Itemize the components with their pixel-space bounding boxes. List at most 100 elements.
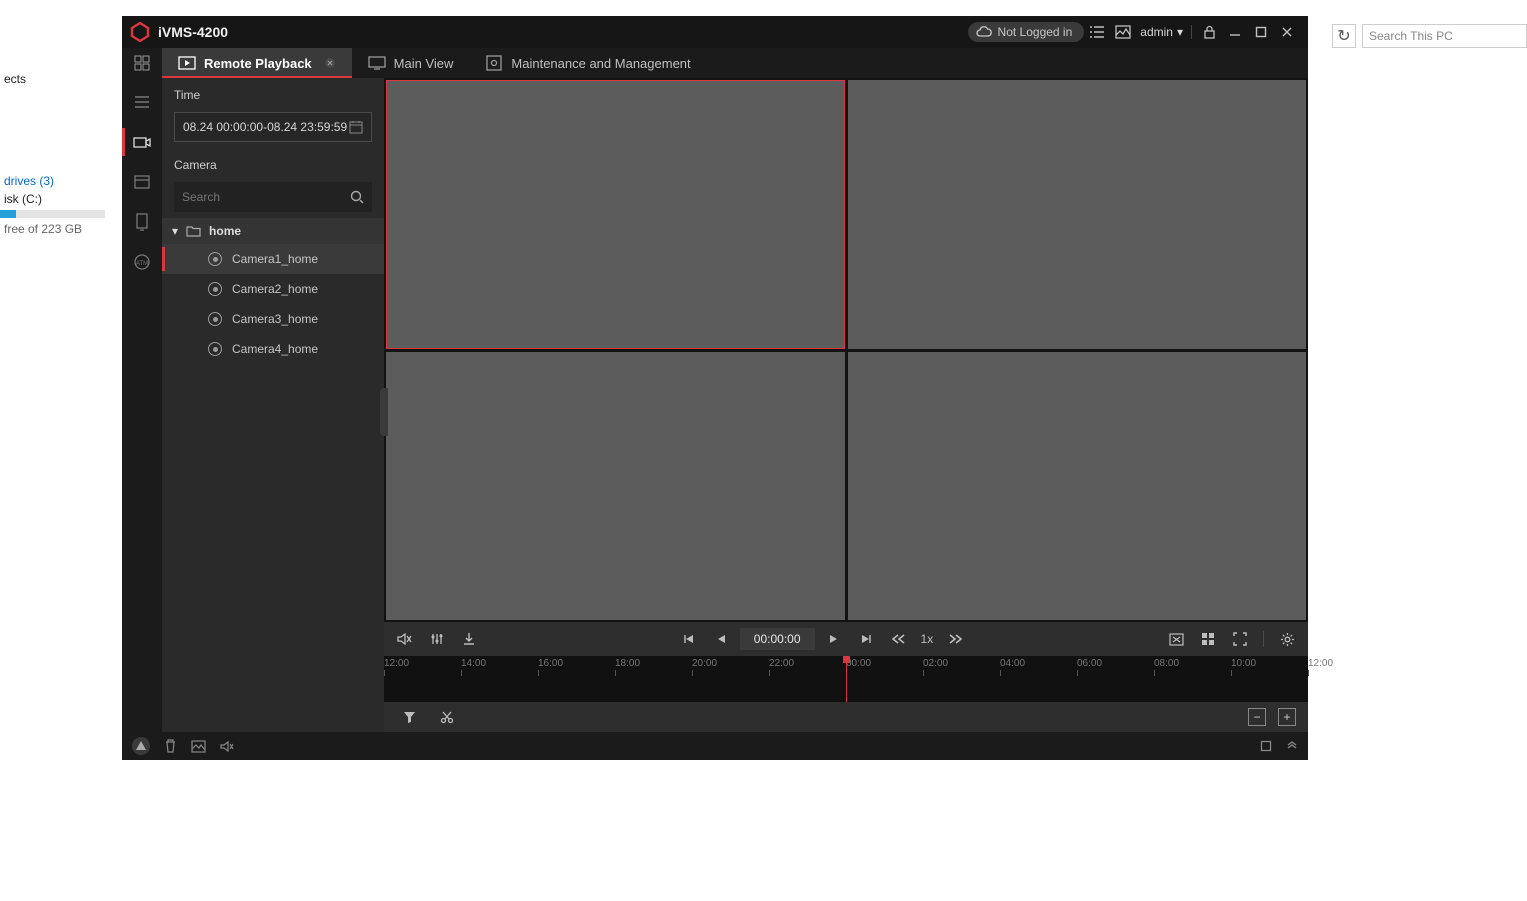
frame-back-button[interactable] [676,626,702,652]
explorer-disk-usage-bar [0,210,105,218]
camera-name: Camera2_home [232,282,318,296]
time-range-picker[interactable]: 08.24 00:00:00-08.24 23:59:59 [174,112,372,142]
playback-toolbar: 00:00:00 1x [384,622,1308,656]
zoom-out-button[interactable]: − [1248,708,1266,726]
mute-button[interactable] [392,626,418,652]
stop-all-button[interactable] [1163,626,1189,652]
camera-name: Camera4_home [232,342,318,356]
explorer-refresh-button[interactable]: ↻ [1332,24,1356,48]
camera-name: Camera3_home [232,312,318,326]
strip-device-button[interactable] [122,204,162,240]
restore-button[interactable] [1260,740,1272,752]
pin-button[interactable] [1233,740,1246,753]
video-cell-3[interactable] [386,352,845,621]
explorer-text-fragment: ects [0,70,120,88]
alert-icon[interactable] [132,737,150,755]
camera-icon [208,312,222,326]
timeline-playhead[interactable] [846,656,847,702]
tab-maintenance[interactable]: Maintenance and Management [469,48,706,78]
timeline-tick: 12:00 [384,658,409,669]
maximize-button[interactable] [1248,19,1274,45]
explorer-disk-label[interactable]: isk (C:) [0,190,120,208]
playback-time: 00:00:00 [740,628,815,650]
picture-icon[interactable] [1110,19,1136,45]
timeline-tick: 16:00 [538,658,563,669]
camera-name: Camera1_home [232,252,318,266]
app-window: iVMS-4200 Not Logged in admin ▾ [122,16,1308,760]
strip-atm-button[interactable]: ATM [122,244,162,280]
timeline-tick: 04:00 [1000,658,1025,669]
tab-main-view[interactable]: Main View [352,48,470,78]
login-status-button[interactable]: Not Logged in [968,22,1085,42]
collapse-up-button[interactable] [1286,740,1298,752]
folder-icon [186,225,201,237]
lock-icon[interactable] [1196,19,1222,45]
playback-icon [178,54,196,72]
timeline-tick: 12:00 [1308,658,1333,669]
clip-button[interactable] [434,704,460,730]
timeline-tick: 22:00 [769,658,794,669]
explorer-drives-link[interactable]: drives (3) [0,172,120,190]
tabbar: Remote Playback Main View Maintenance an… [122,48,1308,78]
camera-icon [208,282,222,296]
titlebar: iVMS-4200 Not Logged in admin ▾ [122,16,1308,48]
camera-group-home[interactable]: ▾ home [162,218,384,244]
strip-camera-button[interactable] [122,124,162,160]
side-panel: Time 08.24 00:00:00-08.24 23:59:59 Camer… [162,78,384,732]
tab-label: Main View [394,56,454,71]
camera-item-3[interactable]: Camera3_home [162,304,384,334]
camera-item-4[interactable]: Camera4_home [162,334,384,364]
tab-remote-playback[interactable]: Remote Playback [162,48,352,78]
tab-close-icon[interactable] [324,57,336,69]
filter-button[interactable] [396,704,422,730]
zoom-in-button[interactable]: + [1278,708,1296,726]
timeline-tick: 06:00 [1077,658,1102,669]
close-button[interactable] [1274,19,1300,45]
monitor-icon [368,54,386,72]
search-icon [350,190,364,204]
explorer-disk-free: free of 223 GB [0,220,120,238]
camera-search[interactable] [174,182,372,212]
frame-forward-button[interactable] [853,626,879,652]
timeline-tick: 20:00 [692,658,717,669]
cloud-icon [976,26,992,38]
image-button[interactable] [191,740,206,753]
camera-search-input[interactable] [182,190,350,204]
home-grid-button[interactable] [122,48,162,78]
timeline-toolbar: − + [384,702,1308,732]
play-button[interactable] [821,626,847,652]
minimize-button[interactable] [1222,19,1248,45]
video-grid [384,78,1308,622]
tab-label: Maintenance and Management [511,56,690,71]
reverse-play-button[interactable] [708,626,734,652]
app-name: iVMS-4200 [158,24,228,40]
timeline[interactable]: 12:0014:0016:0018:0020:0022:0000:0002:00… [384,656,1308,702]
list-icon[interactable] [1084,19,1110,45]
strip-event-button[interactable] [122,164,162,200]
tab-label: Remote Playback [204,56,312,71]
user-menu[interactable]: admin ▾ [1136,25,1187,39]
video-cell-4[interactable] [848,352,1307,621]
trash-button[interactable] [164,739,177,753]
speed-up-button[interactable] [943,626,969,652]
gear-button[interactable] [1274,626,1300,652]
camera-icon [208,342,222,356]
explorer-search-input[interactable]: Search This PC [1362,24,1527,48]
app-logo-icon [130,22,150,42]
camera-item-1[interactable]: Camera1_home [162,244,384,274]
strip-menu-button[interactable] [122,84,162,120]
speed-down-button[interactable] [885,626,911,652]
video-cell-1[interactable] [386,80,845,349]
layout-button[interactable] [1195,626,1221,652]
panel-collapse-handle[interactable] [380,388,388,436]
timeline-tick: 02:00 [923,658,948,669]
fullscreen-button[interactable] [1227,626,1253,652]
main-pane: 00:00:00 1x [384,78,1308,732]
sound-off-button[interactable] [220,740,235,753]
download-button[interactable] [456,626,482,652]
sliders-button[interactable] [424,626,450,652]
camera-item-2[interactable]: Camera2_home [162,274,384,304]
time-section-label: Time [162,78,384,106]
video-cell-2[interactable] [848,80,1307,349]
timeline-tick: 18:00 [615,658,640,669]
